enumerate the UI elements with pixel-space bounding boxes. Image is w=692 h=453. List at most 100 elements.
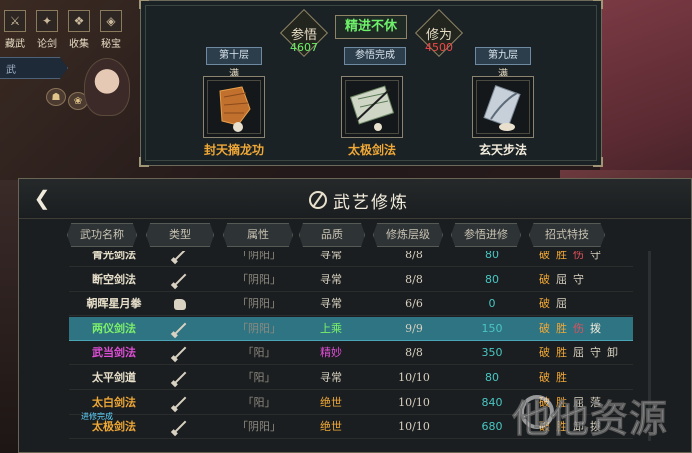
column-header-quality[interactable]: 品质: [299, 223, 365, 247]
trait-badge: 伤: [573, 321, 584, 335]
footwork-manual-icon: [483, 84, 521, 131]
skill-name: 青光剑法: [92, 251, 136, 261]
trait-badge: 破: [539, 371, 550, 384]
trait-badge: 屈: [556, 297, 567, 311]
table-row[interactable]: 太平剑道 「阳」 寻常 10/10 80 破胜: [69, 366, 633, 390]
fist-icon: [174, 298, 186, 310]
skill-level: 6/6: [405, 297, 423, 311]
sword-icon: [173, 396, 187, 409]
martial-manual-icon: [219, 86, 251, 132]
manual-level-tag: 第九层: [475, 47, 531, 65]
manual-slot-taiji[interactable]: [341, 76, 403, 138]
nav-item-label: 秘宝: [101, 39, 121, 50]
column-header-attribute[interactable]: 属性: [223, 223, 293, 247]
training-complete-tag: 进修完成: [81, 412, 113, 422]
sword-icon: [173, 251, 187, 262]
skill-insight-progress: 0: [488, 297, 496, 311]
column-header-type[interactable]: 类型: [146, 223, 214, 247]
skill-quality: 寻常: [320, 272, 342, 286]
skill-attribute: 「阳」: [242, 395, 276, 409]
table-row[interactable]: 断空剑法 「阴阳」 寻常 8/8 80 破屈守: [69, 268, 633, 292]
nav-item-treasure[interactable]: ◈ 秘宝: [96, 10, 126, 50]
manual-name: 玄天步法: [478, 143, 527, 157]
collection-icon: ❖: [68, 10, 90, 32]
trait-badge: 破: [539, 251, 550, 261]
trait-badge: 胜: [556, 346, 567, 360]
sword-emblem-icon: [309, 191, 327, 209]
skill-level: 8/8: [405, 346, 423, 360]
column-header-name[interactable]: 武功名称: [67, 223, 137, 247]
skill-type: [165, 415, 195, 439]
duel-icon: ✦: [36, 10, 58, 32]
skill-attribute: 「阳」: [242, 346, 276, 360]
side-tab[interactable]: 武: [0, 57, 68, 79]
skill-type: [165, 268, 195, 292]
skill-type: [165, 366, 195, 390]
nav-item-collection[interactable]: ❖ 收集: [64, 10, 94, 50]
skill-traits: 破屈守: [539, 268, 629, 292]
skill-name: 太白剑法: [92, 395, 136, 409]
trait-badge: 守: [590, 346, 601, 360]
column-header-level[interactable]: 修炼层级: [373, 223, 443, 247]
trait-badge: 胜: [556, 251, 567, 261]
skill-traits: 破胜屈守卸: [539, 341, 629, 365]
skill-quality: 寻常: [320, 371, 342, 384]
manual-slot-xuantian[interactable]: [472, 76, 534, 138]
skill-traits: 破胜伤守: [539, 251, 629, 267]
skill-insight-progress: 80: [485, 251, 499, 261]
skill-traits: 破胜: [539, 366, 629, 390]
back-arrow-icon[interactable]: ❮: [31, 188, 53, 210]
trait-badge: 胜: [556, 321, 567, 335]
realm-title: 精进不休: [335, 15, 407, 39]
trait-badge: 破: [539, 346, 550, 360]
table-row[interactable]: 两仪剑法 「阴阳」 上乘 9/9 150 破胜伤拨: [69, 316, 633, 341]
skill-attribute: 「阴阳」: [237, 420, 281, 434]
nav-item-label: 论剑: [37, 39, 57, 50]
skill-quality: 绝世: [320, 420, 342, 434]
sword-manual-icon: [349, 85, 395, 131]
skill-level: 10/10: [398, 395, 430, 409]
skill-traits: 破胜伤拨: [539, 317, 629, 341]
skill-type: [165, 341, 195, 365]
skill-type: [165, 317, 195, 341]
sword-icon: [173, 347, 187, 360]
table-row[interactable]: 青光剑法 「阴阳」 寻常 8/8 80 破胜伤守: [69, 251, 633, 267]
skill-name: 武当剑法: [92, 346, 136, 360]
manual-slot-fengtian[interactable]: [203, 76, 265, 138]
panel-title: 武艺修炼: [333, 192, 409, 213]
manual-level-tag: 参悟完成: [344, 47, 406, 65]
insight-value: 4607: [290, 41, 318, 54]
trait-badge: 屈: [573, 346, 584, 360]
column-header-special-moves[interactable]: 招式特技: [529, 223, 605, 247]
trait-badge: 破: [539, 297, 550, 311]
bag-icon[interactable]: ☗: [46, 88, 66, 106]
column-header-insight-progress[interactable]: 参悟进修: [451, 223, 521, 247]
watermark-text: 他他资源: [511, 397, 669, 442]
manual-name: 封天摘龙功: [203, 143, 264, 157]
table-row[interactable]: 朝晖星月拳 「阴阳」 寻常 6/6 0 破屈: [69, 292, 633, 317]
skill-quality: 上乘: [320, 321, 342, 335]
nav-item-martial-archive[interactable]: ⚔ 藏武: [0, 10, 30, 50]
skill-attribute: 「阴阳」: [237, 251, 281, 261]
skill-insight-progress: 150: [481, 321, 503, 335]
manual-level-tag: 第十层: [206, 47, 262, 65]
trait-badge: 守: [573, 272, 584, 286]
sword-icon: [173, 322, 187, 336]
skill-name: 两仪剑法: [92, 321, 136, 335]
table-row[interactable]: 武当剑法 「阳」 精妙 8/8 350 破胜屈守卸: [69, 341, 633, 366]
character-portrait[interactable]: [84, 58, 130, 116]
skill-quality: 精妙: [320, 346, 342, 360]
skill-attribute: 「阴阳」: [237, 272, 281, 286]
skill-level: 9/9: [405, 321, 423, 335]
top-nav: ⚔ 藏武 ✦ 论剑 ❖ 收集 ◈ 秘宝: [0, 0, 135, 60]
skill-attribute: 「阳」: [242, 371, 276, 384]
skill-insight-progress: 80: [485, 272, 499, 286]
nav-item-duel[interactable]: ✦ 论剑: [32, 10, 62, 50]
skill-name: 朝晖星月拳: [86, 297, 142, 311]
trait-badge: 破: [539, 272, 550, 286]
skill-type: [165, 292, 195, 316]
skill-level: 10/10: [398, 371, 430, 384]
skill-name: 太平剑道: [92, 371, 136, 384]
nav-item-label: 藏武: [5, 39, 25, 50]
trait-badge: 屈: [556, 272, 567, 286]
